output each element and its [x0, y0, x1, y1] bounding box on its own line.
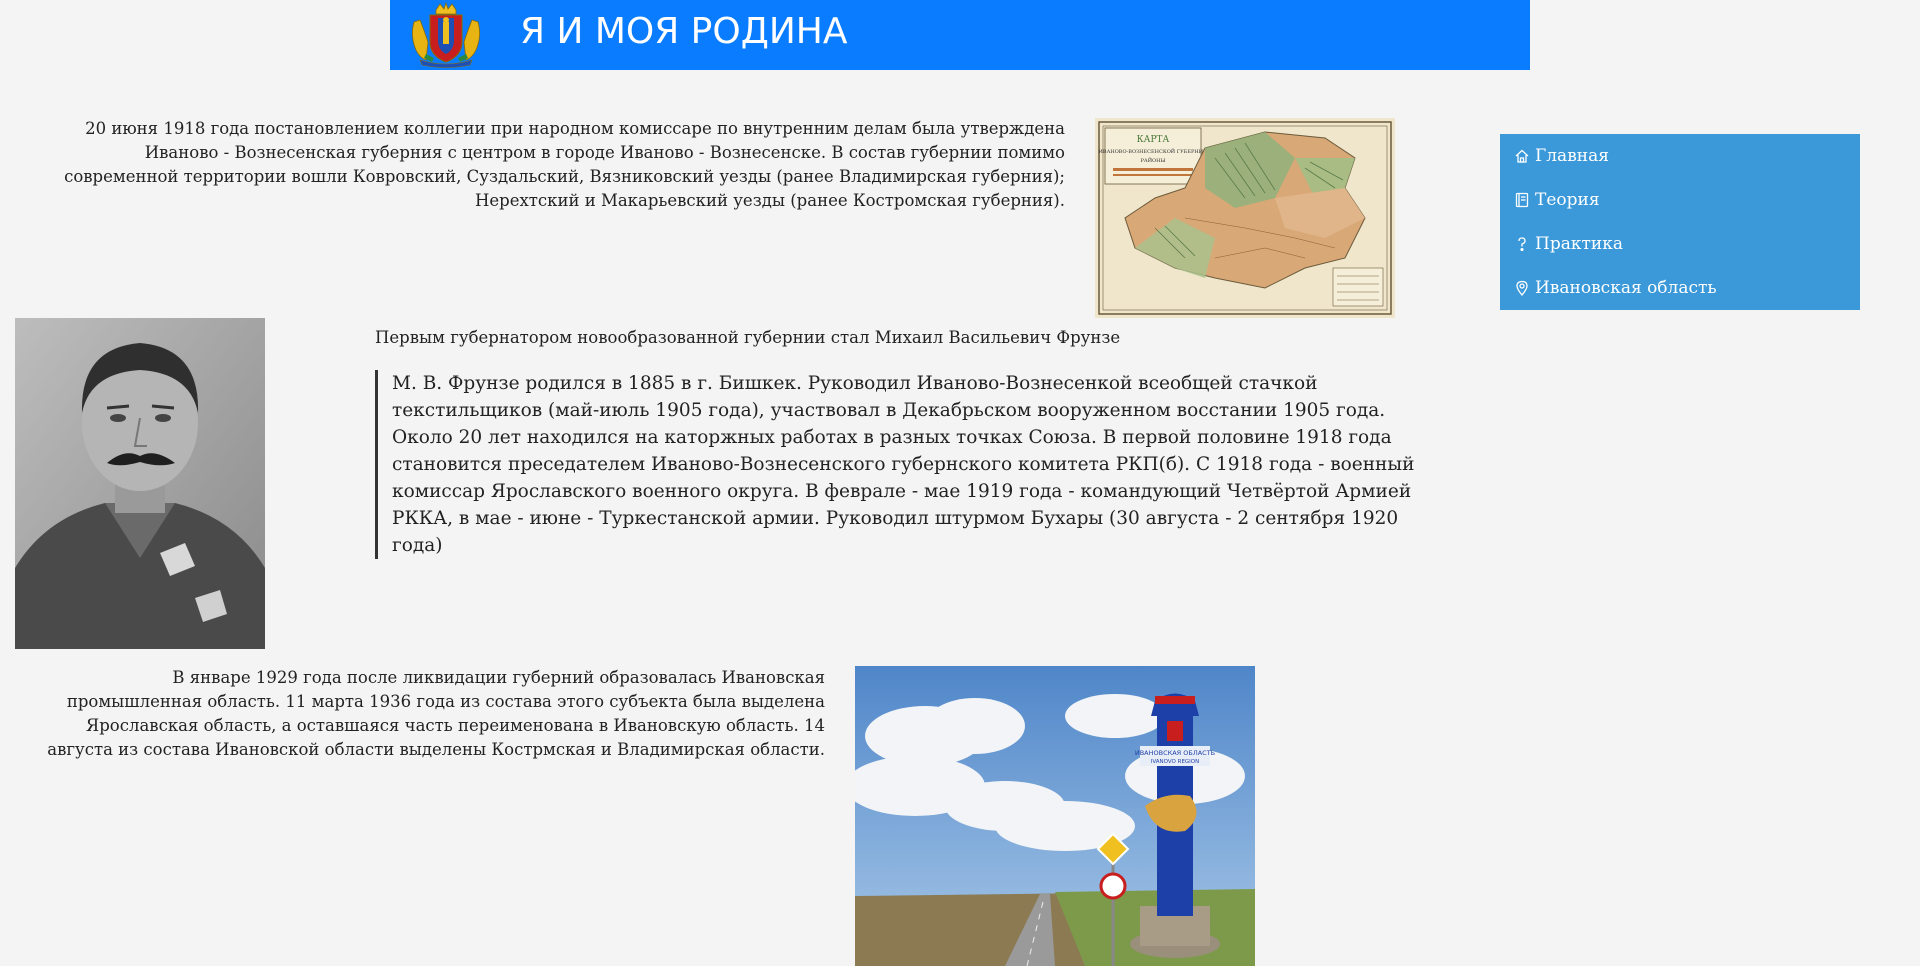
sign-text-ru: ИВАНОВСКАЯ ОБЛАСТЬ [1135, 749, 1215, 757]
nav-label-home: Главная [1535, 146, 1609, 166]
map-pin-icon [1516, 280, 1528, 296]
nav-label-region: Ивановская область [1535, 278, 1717, 298]
header-bar: Я И МОЯ РОДИНА [390, 0, 1530, 70]
nav-label-practice: Практика [1535, 234, 1623, 254]
region-sign-photo: ИВАНОВСКАЯ ОБЛАСТЬ IVANOVO REGION [855, 666, 1255, 966]
question-icon [1518, 237, 1526, 252]
frunze-portrait-image [15, 318, 265, 649]
sign-text-en: IVANOVO REGION [1151, 759, 1200, 765]
map-title-2: ИВАНОВО-ВОЗНЕСЕНСКОЙ ГУБЕРНИИ [1099, 147, 1209, 155]
map-title-3: РАЙОНЫ [1141, 156, 1166, 164]
frunze-biography-quote: М. В. Фрунзе родился в 1885 в г. Бишкек.… [375, 370, 1447, 559]
nav-label-theory: Теория [1535, 190, 1600, 210]
intro-paragraph: 20 июня 1918 года постановлением коллеги… [64, 119, 1065, 210]
nav-item-practice[interactable]: Практика [1500, 222, 1860, 266]
ivanovo-coat-of-arms-icon[interactable] [406, 2, 486, 68]
nav-item-theory[interactable]: Теория [1500, 178, 1860, 222]
sidebar-nav: Главная Теория Практика Ивановская облас… [1500, 134, 1860, 310]
region-formation-paragraph: В январе 1929 года после ликвидации губе… [47, 668, 825, 759]
site-title: Я И МОЯ РОДИНА [520, 11, 848, 52]
map-title-1: КАРТА [1137, 135, 1170, 145]
home-icon [1515, 149, 1529, 163]
book-icon [1515, 192, 1529, 208]
nav-item-home[interactable]: Главная [1500, 134, 1860, 178]
nav-item-region[interactable]: Ивановская область [1500, 266, 1860, 310]
guberniya-map-image: КАРТА ИВАНОВО-ВОЗНЕСЕНСКОЙ ГУБЕРНИИ РАЙО… [1095, 118, 1395, 318]
governor-line: Первым губернатором новообразованной губ… [375, 328, 1121, 347]
